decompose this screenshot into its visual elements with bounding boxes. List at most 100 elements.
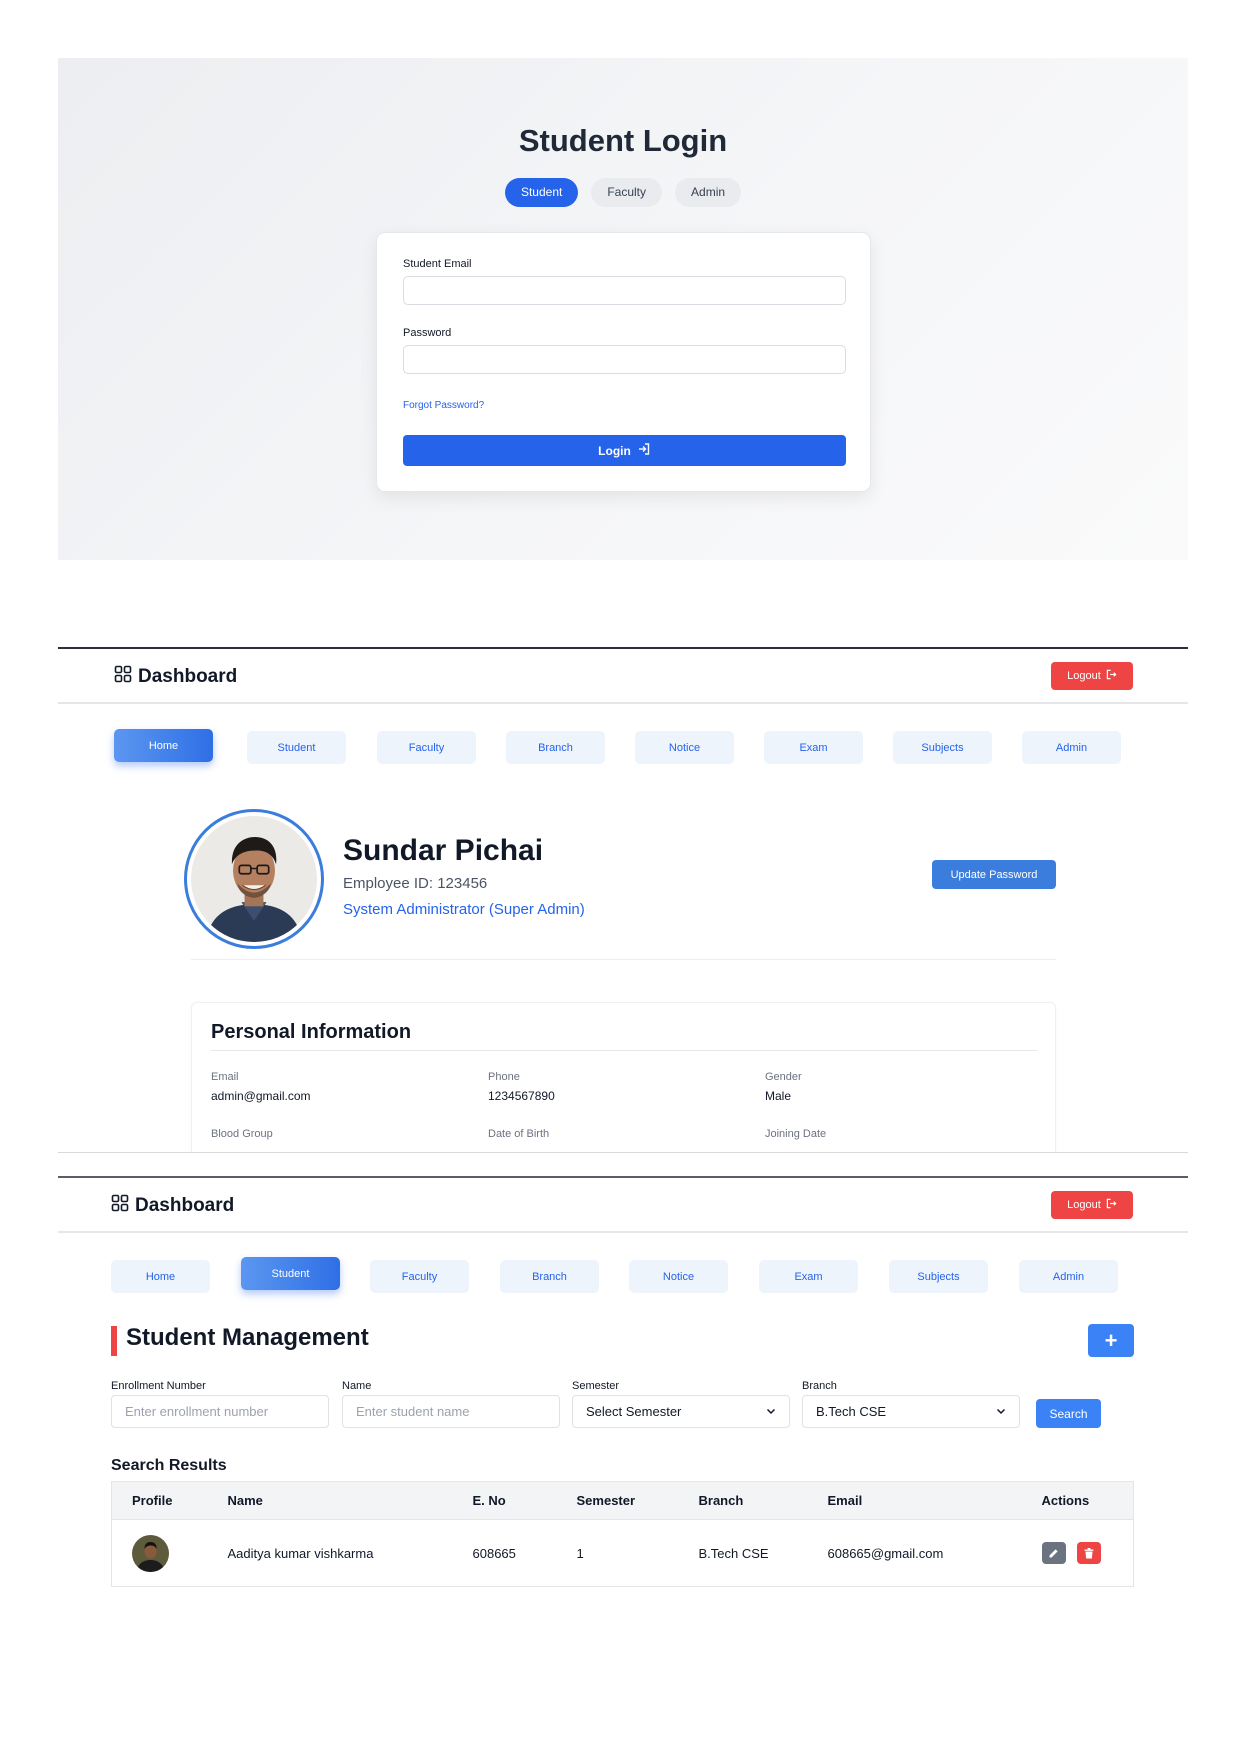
row-branch: B.Tech CSE — [698, 1545, 769, 1561]
email-field[interactable] — [403, 276, 846, 305]
role-tab-admin[interactable]: Admin — [675, 178, 742, 207]
nav-tab-faculty[interactable]: Faculty — [377, 731, 476, 764]
logout-icon — [1106, 669, 1117, 683]
row-semester: 1 — [576, 1545, 584, 1561]
section-title: Student Management — [126, 1324, 369, 1351]
dashboard-grid-icon — [114, 665, 132, 689]
table-row: Aaditya kumar vishkarma 608665 1 B.Tech … — [112, 1520, 1134, 1587]
nav-tab-exam[interactable]: Exam — [759, 1260, 858, 1293]
nav-tab-subjects[interactable]: Subjects — [893, 731, 992, 764]
info-label-joining-date: Joining Date — [765, 1128, 827, 1140]
branch-select-value: B.Tech CSE — [816, 1404, 887, 1419]
profile-employee-id: Employee ID: 123456 — [343, 875, 488, 892]
password-label: Password — [403, 327, 452, 339]
dashboard-header: Dashboard Logout — [58, 649, 1188, 704]
info-label-blood-group: Blood Group — [211, 1128, 273, 1140]
login-button-label: Login — [598, 443, 631, 458]
personal-info-card: Personal Information Email admin@gmail.c… — [191, 1002, 1056, 1152]
role-tab-faculty[interactable]: Faculty — [591, 178, 663, 207]
delete-button[interactable] — [1077, 1542, 1102, 1564]
dashboard-header: Dashboard Logout — [58, 1178, 1188, 1233]
role-tabs: Student Faculty Admin — [58, 178, 1188, 207]
nav-tab-branch[interactable]: Branch — [500, 1260, 599, 1293]
login-title: Student Login — [518, 123, 728, 158]
row-email: 608665@gmail.com — [827, 1545, 944, 1561]
student-dashboard-panel: Dashboard Logout Home Student Faculty Br… — [58, 1176, 1188, 1612]
login-arrow-icon — [637, 442, 651, 459]
dashboard-grid-icon — [111, 1194, 129, 1218]
add-student-button[interactable]: + — [1088, 1324, 1134, 1357]
table-header-row: Profile Name E. No Semester Branch Email… — [111, 1481, 1134, 1520]
semester-select-value: Select Semester — [586, 1404, 682, 1419]
nav-tab-branch[interactable]: Branch — [506, 731, 605, 764]
password-field[interactable] — [403, 345, 846, 374]
column-header-actions: Actions — [1041, 1481, 1134, 1520]
profile-divider — [191, 959, 1056, 960]
edit-button[interactable] — [1041, 1542, 1066, 1564]
logout-label: Logout — [1067, 1199, 1101, 1211]
dashboard-title-text: Dashboard — [135, 1195, 235, 1216]
profile-avatar — [184, 809, 324, 949]
nav-tab-home[interactable]: Home — [111, 1260, 210, 1293]
nav-tab-student[interactable]: Student — [241, 1257, 340, 1290]
column-header-branch: Branch — [698, 1481, 828, 1520]
row-name: Aaditya kumar vishkarma — [227, 1545, 374, 1561]
dashboard-title-text: Dashboard — [138, 666, 238, 687]
enrollment-input[interactable]: Enter enrollment number — [111, 1395, 329, 1428]
logout-label: Logout — [1067, 670, 1101, 682]
chevron-down-icon — [766, 1404, 776, 1419]
row-avatar-cell — [112, 1520, 228, 1587]
section-accent-bar — [111, 1326, 117, 1356]
dashboard-title: Dashboard — [114, 665, 237, 689]
logout-button[interactable]: Logout — [1051, 1191, 1133, 1219]
update-password-button[interactable]: Update Password — [932, 860, 1056, 889]
logout-button[interactable]: Logout — [1051, 662, 1133, 690]
nav-tab-subjects[interactable]: Subjects — [889, 1260, 988, 1293]
semester-select[interactable]: Select Semester — [572, 1395, 790, 1428]
login-card: Student Email Password Forgot Password? … — [376, 232, 871, 492]
column-header-email: Email — [827, 1481, 1042, 1520]
nav-tab-home[interactable]: Home — [114, 729, 213, 762]
column-header-semester: Semester — [576, 1481, 699, 1520]
semester-label: Semester — [572, 1380, 620, 1392]
name-label: Name — [342, 1380, 372, 1392]
branch-select[interactable]: B.Tech CSE — [802, 1395, 1020, 1428]
name-input[interactable]: Enter student name — [342, 1395, 560, 1428]
column-header-enrollment: E. No — [472, 1481, 577, 1520]
forgot-password-link[interactable]: Forgot Password? — [403, 400, 484, 411]
info-label-phone: Phone — [488, 1071, 520, 1083]
nav-tab-student[interactable]: Student — [247, 731, 346, 764]
results-table: Profile Name E. No Semester Branch Email… — [111, 1481, 1134, 1587]
nav-tab-faculty[interactable]: Faculty — [370, 1260, 469, 1293]
nav-tab-admin[interactable]: Admin — [1019, 1260, 1118, 1293]
role-tab-student[interactable]: Student — [504, 178, 579, 207]
trash-icon — [1084, 1547, 1094, 1558]
enrollment-label: Enrollment Number — [111, 1380, 206, 1392]
nav-tab-notice[interactable]: Notice — [635, 731, 734, 764]
nav-tab-notice[interactable]: Notice — [629, 1260, 728, 1293]
info-value-gender: Male — [765, 1089, 792, 1103]
logout-icon — [1106, 1198, 1117, 1212]
pencil-icon — [1049, 1548, 1058, 1557]
info-label-email: Email — [211, 1071, 239, 1083]
info-value-phone: 1234567890 — [488, 1089, 555, 1103]
personal-info-divider — [211, 1050, 1037, 1051]
login-button[interactable]: Login — [403, 435, 846, 466]
nav-tab-exam[interactable]: Exam — [764, 731, 863, 764]
email-label: Student Email — [403, 258, 472, 270]
chevron-down-icon — [996, 1404, 1006, 1419]
profile-role: System Administrator (Super Admin) — [343, 901, 585, 918]
results-title: Search Results — [111, 1457, 227, 1474]
column-header-profile: Profile — [111, 1481, 228, 1520]
nav-tab-admin[interactable]: Admin — [1022, 731, 1121, 764]
personal-info-title: Personal Information — [211, 1021, 412, 1043]
avatar — [132, 1534, 169, 1572]
info-label-date-of-birth: Date of Birth — [488, 1128, 550, 1140]
dashboard-title: Dashboard — [111, 1194, 234, 1218]
branch-label: Branch — [802, 1380, 837, 1392]
info-label-gender: Gender — [765, 1071, 802, 1083]
search-button[interactable]: Search — [1036, 1399, 1101, 1428]
column-header-name: Name — [227, 1481, 473, 1520]
profile-dashboard-panel: Dashboard Logout Home Student Faculty Br… — [58, 647, 1188, 1153]
login-panel: Student Login Student Faculty Admin Stud… — [58, 58, 1188, 560]
